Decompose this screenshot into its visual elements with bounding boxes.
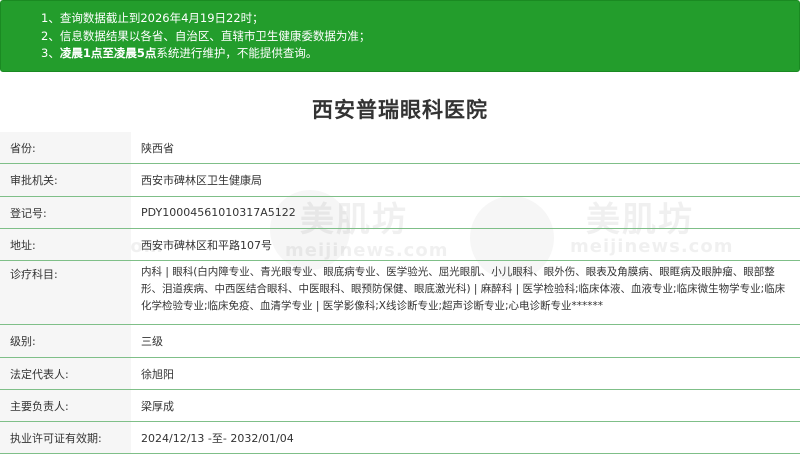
row-approval-authority: 审批机关: 西安市碑林区卫生健康局: [0, 164, 800, 197]
hospital-name-title: 西安普瑞眼科医院: [312, 98, 488, 122]
hospital-info-table: 省份: 陕西省 审批机关: 西安市碑林区卫生健康局 登记号: PDY100045…: [0, 132, 800, 454]
row-province: 省份: 陕西省: [0, 132, 800, 164]
value-registration-number: PDY10004561010317A5122: [141, 206, 296, 219]
label-departments: 诊疗科目:: [0, 261, 131, 324]
row-address: 地址: 西安市碑林区和平路107号: [0, 229, 800, 261]
label-license-validity: 执业许可证有效期:: [0, 422, 131, 453]
value-approval-authority: 西安市碑林区卫生健康局: [141, 174, 262, 187]
row-departments: 诊疗科目: 内科 | 眼科(白内障专业、青光眼专业、眼底病专业、医学验光、屈光眼…: [0, 261, 800, 325]
label-legal-representative: 法定代表人:: [0, 358, 131, 389]
value-legal-representative: 徐旭阳: [141, 367, 174, 381]
label-level: 级别:: [0, 325, 131, 357]
value-departments: 内科 | 眼科(白内障专业、青光眼专业、眼底病专业、医学验光、屈光眼肌、小儿眼科…: [141, 266, 786, 312]
value-license-validity: 2024/12/13 -至- 2032/01/04: [141, 431, 294, 445]
notice-line-1: 1、查询数据截止到2026年4月19日22时；: [41, 11, 264, 25]
notice-line-3-bold: 凌晨1点至凌晨5点: [59, 46, 157, 60]
row-principal: 主要负责人: 梁厚成: [0, 390, 800, 422]
notice-banner: 1、查询数据截止到2026年4月19日22时； 2、信息数据结果以各省、自治区、…: [0, 0, 800, 72]
value-level: 三级: [141, 335, 163, 348]
value-principal: 梁厚成: [141, 399, 174, 413]
row-legal-representative: 法定代表人: 徐旭阳: [0, 358, 800, 390]
label-approval-authority: 审批机关:: [0, 164, 131, 196]
label-registration-number: 登记号:: [0, 197, 131, 228]
row-level: 级别: 三级: [0, 325, 800, 358]
row-registration-number: 登记号: PDY10004561010317A5122: [0, 197, 800, 229]
notice-line-3-suffix: 系统进行维护，不能提供查询。: [156, 46, 318, 60]
value-address: 西安市碑林区和平路107号: [141, 238, 272, 252]
value-province: 陕西省: [141, 141, 174, 155]
row-license-validity: 执业许可证有效期: 2024/12/13 -至- 2032/01/04: [0, 422, 800, 454]
notice-line-3-prefix: 3、: [41, 46, 60, 60]
label-province: 省份:: [0, 132, 131, 163]
label-principal: 主要负责人:: [0, 390, 131, 421]
notice-line-2: 2、信息数据结果以各省、自治区、直辖市卫生健康委数据为准；: [41, 28, 371, 43]
label-address: 地址:: [0, 229, 131, 260]
notice-line-3: 3、凌晨1点至凌晨5点系统进行维护，不能提供查询。: [41, 45, 799, 63]
